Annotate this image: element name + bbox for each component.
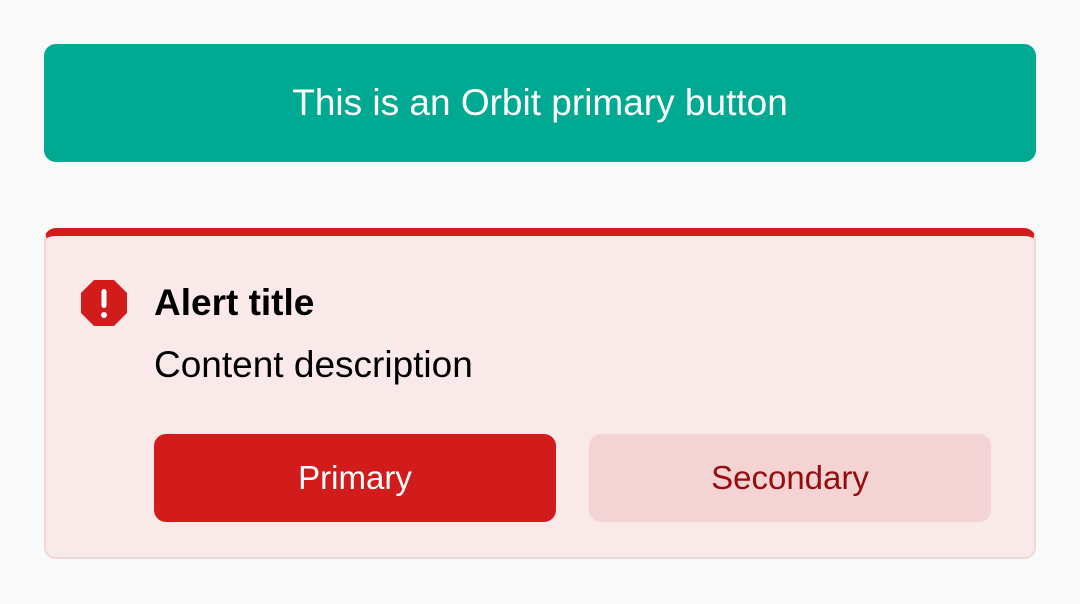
alert-description: Content description: [154, 344, 473, 385]
alert-secondary-button[interactable]: Secondary: [589, 434, 991, 522]
alert-octagon-icon: [80, 279, 128, 327]
critical-alert: Alert title Content description Primary …: [44, 228, 1036, 559]
alert-title: Alert title: [154, 282, 315, 323]
screen: This is an Orbit primary button Alert ti…: [0, 0, 1080, 604]
orbit-primary-button[interactable]: This is an Orbit primary button: [44, 44, 1036, 162]
alert-primary-button[interactable]: Primary: [154, 434, 556, 522]
